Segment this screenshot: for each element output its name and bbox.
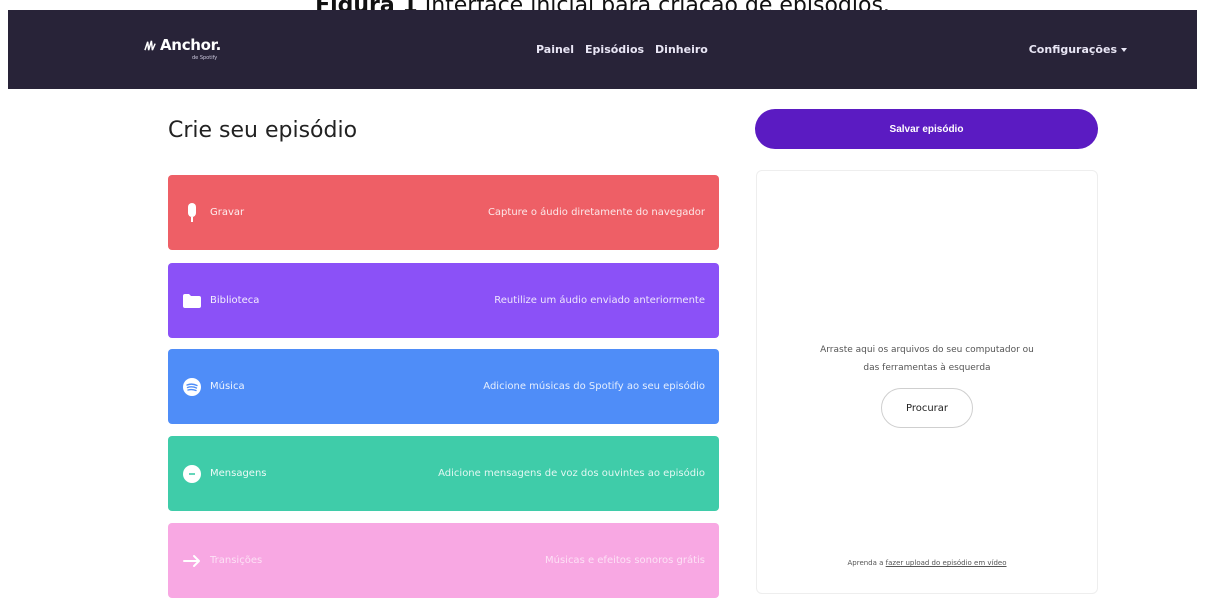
dropzone-instructions: Arraste aqui os arquivos do seu computad… xyxy=(757,341,1097,377)
tool-description: Músicas e efeitos sonoros grátis xyxy=(544,555,705,566)
tool-record[interactable]: Gravar Capture o áudio diretamente do na… xyxy=(168,175,719,250)
tool-label: Mensagens xyxy=(210,468,267,479)
tool-description: Adicione mensagens de voz dos ouvintes a… xyxy=(438,468,705,479)
nav-item-episodios[interactable]: Episódios xyxy=(585,43,644,56)
video-upload-link[interactable]: fazer upload do episódio em vídeo xyxy=(886,559,1007,567)
tool-library[interactable]: Biblioteca Reutilize um áudio enviado an… xyxy=(168,263,719,338)
browse-button[interactable]: Procurar xyxy=(881,388,973,428)
settings-menu[interactable]: Configurações xyxy=(1029,43,1127,56)
spotify-icon xyxy=(182,377,202,397)
anchor-logo-icon xyxy=(144,40,156,50)
dropzone-line-1: Arraste aqui os arquivos do seu computad… xyxy=(820,345,1034,355)
top-navigation-bar: Anchor. de Spotify Painel Episódios Dinh… xyxy=(8,10,1197,89)
page-title: Crie seu episódio xyxy=(168,118,358,143)
main-nav: Painel Episódios Dinheiro xyxy=(536,43,708,56)
tool-label: Biblioteca xyxy=(210,295,260,306)
brand-name: Anchor. xyxy=(160,36,222,54)
message-icon xyxy=(182,464,202,484)
dropzone-footer: Aprenda a fazer upload do episódio em ví… xyxy=(757,559,1097,567)
chevron-down-icon xyxy=(1121,47,1127,52)
settings-label: Configurações xyxy=(1028,43,1117,56)
tool-label: Gravar xyxy=(210,207,245,218)
dropzone-line-2: das ferramentas à esquerda xyxy=(863,363,991,373)
arrow-right-icon xyxy=(182,551,202,571)
tool-label: Música xyxy=(210,381,245,392)
tool-label: Transições xyxy=(210,555,263,566)
tool-music[interactable]: Música Adicione músicas do Spotify ao se… xyxy=(168,349,719,424)
save-episode-button[interactable]: Salvar episódio xyxy=(755,109,1098,149)
folder-icon xyxy=(182,291,202,311)
anchor-logo[interactable]: Anchor. de Spotify xyxy=(144,36,222,61)
microphone-icon xyxy=(182,202,202,223)
nav-item-painel[interactable]: Painel xyxy=(536,43,574,56)
tool-description: Capture o áudio diretamente do navegador xyxy=(487,207,705,218)
tool-messages[interactable]: Mensagens Adicione mensagens de voz dos … xyxy=(168,436,719,511)
footer-prefix: Aprenda a xyxy=(847,559,886,567)
tool-transitions[interactable]: Transições Músicas e efeitos sonoros grá… xyxy=(168,523,719,598)
brand-sub: de Spotify xyxy=(192,55,218,61)
tool-description: Reutilize um áudio enviado anteriormente xyxy=(494,295,705,306)
tool-description: Adicione músicas do Spotify ao seu episó… xyxy=(483,381,705,392)
episode-dropzone[interactable]: Arraste aqui os arquivos do seu computad… xyxy=(756,170,1098,594)
nav-item-dinheiro[interactable]: Dinheiro xyxy=(655,43,708,56)
